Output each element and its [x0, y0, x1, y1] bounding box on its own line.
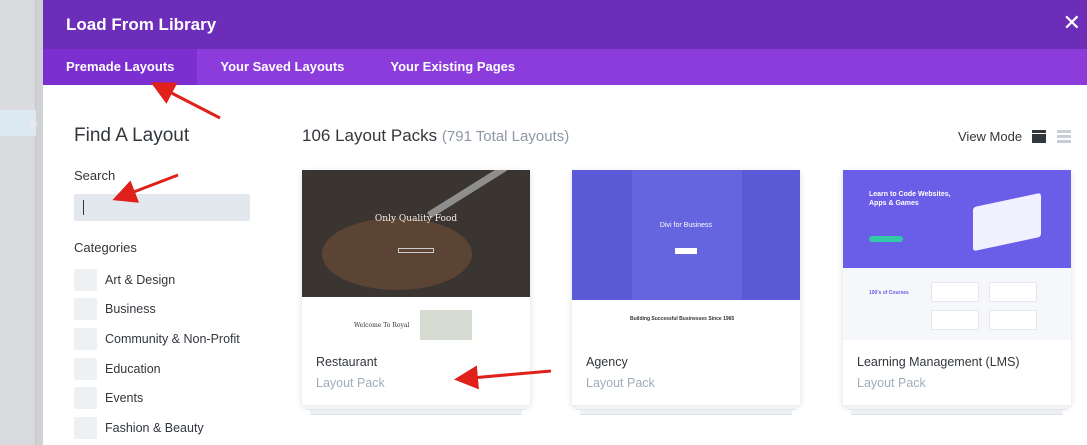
category-label: Community & Non-Profit	[105, 331, 240, 346]
card-stack-shadow	[580, 410, 792, 415]
card-stack-shadow	[851, 410, 1063, 415]
thumbnail-tile	[989, 310, 1037, 330]
category-checkbox[interactable]	[74, 387, 97, 410]
layout-card-name: Restaurant	[316, 355, 378, 369]
layout-card-type: Layout Pack	[857, 376, 926, 390]
category-label: Art & Design	[105, 272, 176, 287]
card-stack-shadow	[310, 410, 522, 415]
grid-view-icon-bar	[1032, 130, 1046, 133]
category-item-fashion-beauty[interactable]: Fashion & Beauty	[74, 413, 240, 443]
card-stack-shadow	[847, 405, 1067, 410]
thumbnail-building	[632, 170, 742, 300]
layout-card-name: Agency	[586, 355, 628, 369]
category-checkbox[interactable]	[74, 357, 97, 380]
background-sidebar	[0, 0, 36, 445]
thumbnail-button	[869, 236, 903, 242]
thumbnail-headline: Only Quality Food	[374, 214, 458, 224]
categories-label: Categories	[74, 240, 137, 255]
search-input[interactable]	[74, 194, 250, 221]
category-label: Business	[105, 302, 156, 317]
background-pointer	[30, 117, 38, 131]
category-checkbox[interactable]	[74, 327, 97, 350]
category-item-art-design[interactable]: Art & Design	[74, 265, 240, 295]
layout-card-lms[interactable]: Learn to Code Websites, Apps & Games 100…	[843, 170, 1071, 415]
thumbnail-subheading: 100's of Courses	[869, 290, 909, 296]
category-item-business[interactable]: Business	[74, 295, 240, 325]
thumbnail-tile	[931, 310, 979, 330]
thumbnail-section	[302, 297, 530, 340]
layout-card-type: Layout Pack	[316, 376, 385, 390]
category-label: Events	[105, 391, 144, 406]
tab-your-existing-pages[interactable]: Your Existing Pages	[367, 49, 538, 85]
find-layout-heading: Find A Layout	[74, 125, 190, 146]
tab-your-saved-layouts[interactable]: Your Saved Layouts	[197, 49, 367, 85]
category-label: Fashion & Beauty	[105, 420, 204, 435]
layout-card-name: Learning Management (LMS)	[857, 355, 1020, 369]
modal-header: Load From Library ✕	[43, 0, 1087, 49]
layout-pack-count: 106 Layout Packs	[302, 126, 438, 145]
view-mode-label: View Mode	[958, 129, 1023, 144]
thumbnail-image	[420, 310, 472, 340]
layout-thumbnail[interactable]: Only Quality Food Welcome To Royal	[302, 170, 530, 340]
modal-title: Load From Library	[66, 15, 217, 34]
close-icon[interactable]: ✕	[1063, 12, 1081, 34]
category-checkbox[interactable]	[74, 416, 97, 439]
tab-bar: Premade Layouts Your Saved Layouts Your …	[43, 49, 1087, 85]
layout-thumbnail[interactable]: Learn to Code Websites, Apps & Games 100…	[843, 170, 1071, 340]
thumbnail-button	[675, 248, 697, 254]
card-stack-shadow	[306, 405, 526, 410]
list-view-icon[interactable]	[1057, 130, 1071, 143]
layout-card-agency[interactable]: Divi for Business Building Successful Bu…	[572, 170, 800, 415]
thumbnail-button	[398, 248, 434, 253]
category-checkbox[interactable]	[74, 298, 97, 321]
layout-card-restaurant[interactable]: Only Quality Food Welcome To Royal Resta…	[302, 170, 530, 415]
background-builder-panel	[0, 0, 43, 445]
library-modal: Load From Library ✕ Premade Layouts Your…	[43, 0, 1087, 445]
filter-sidebar: Find A Layout Search Categories Art & De…	[43, 85, 283, 445]
text-cursor	[83, 200, 84, 215]
thumbnail-tile	[989, 282, 1037, 302]
category-label: Education	[105, 361, 161, 376]
thumbnail-headline: Learn to Code Websites, Apps & Games	[869, 191, 951, 207]
thumbnail-cutting-board	[322, 218, 472, 290]
list-view-icon-line	[1057, 135, 1071, 138]
thumbnail-subheading: Building Successful Businesses Since 196…	[630, 316, 735, 322]
layout-thumbnail[interactable]: Divi for Business Building Successful Bu…	[572, 170, 800, 340]
thumbnail-headline: Divi for Business	[659, 222, 713, 229]
layout-browser: 106 Layout Packs (791 Total Layouts) Vie…	[283, 85, 1087, 445]
total-layout-count: (791 Total Layouts)	[441, 128, 570, 145]
layout-count-heading: 106 Layout Packs (791 Total Layouts)	[302, 126, 569, 146]
card-stack-shadow	[576, 405, 796, 410]
category-item-education[interactable]: Education	[74, 354, 240, 384]
category-checkbox[interactable]	[74, 268, 97, 291]
category-item-community[interactable]: Community & Non-Profit	[74, 324, 240, 354]
grid-view-icon-body	[1032, 134, 1046, 143]
thumbnail-tile	[931, 282, 979, 302]
category-item-events[interactable]: Events	[74, 383, 240, 413]
list-view-icon-line	[1057, 140, 1071, 143]
search-label: Search	[74, 168, 116, 183]
layout-card-type: Layout Pack	[586, 376, 655, 390]
category-list: Art & Design Business Community & Non-Pr…	[74, 265, 240, 443]
list-view-icon-line	[1057, 130, 1071, 133]
grid-view-icon[interactable]	[1032, 130, 1046, 143]
tab-premade-layouts[interactable]: Premade Layouts	[43, 49, 198, 85]
thumbnail-subheading: Welcome To Royal	[354, 322, 410, 329]
